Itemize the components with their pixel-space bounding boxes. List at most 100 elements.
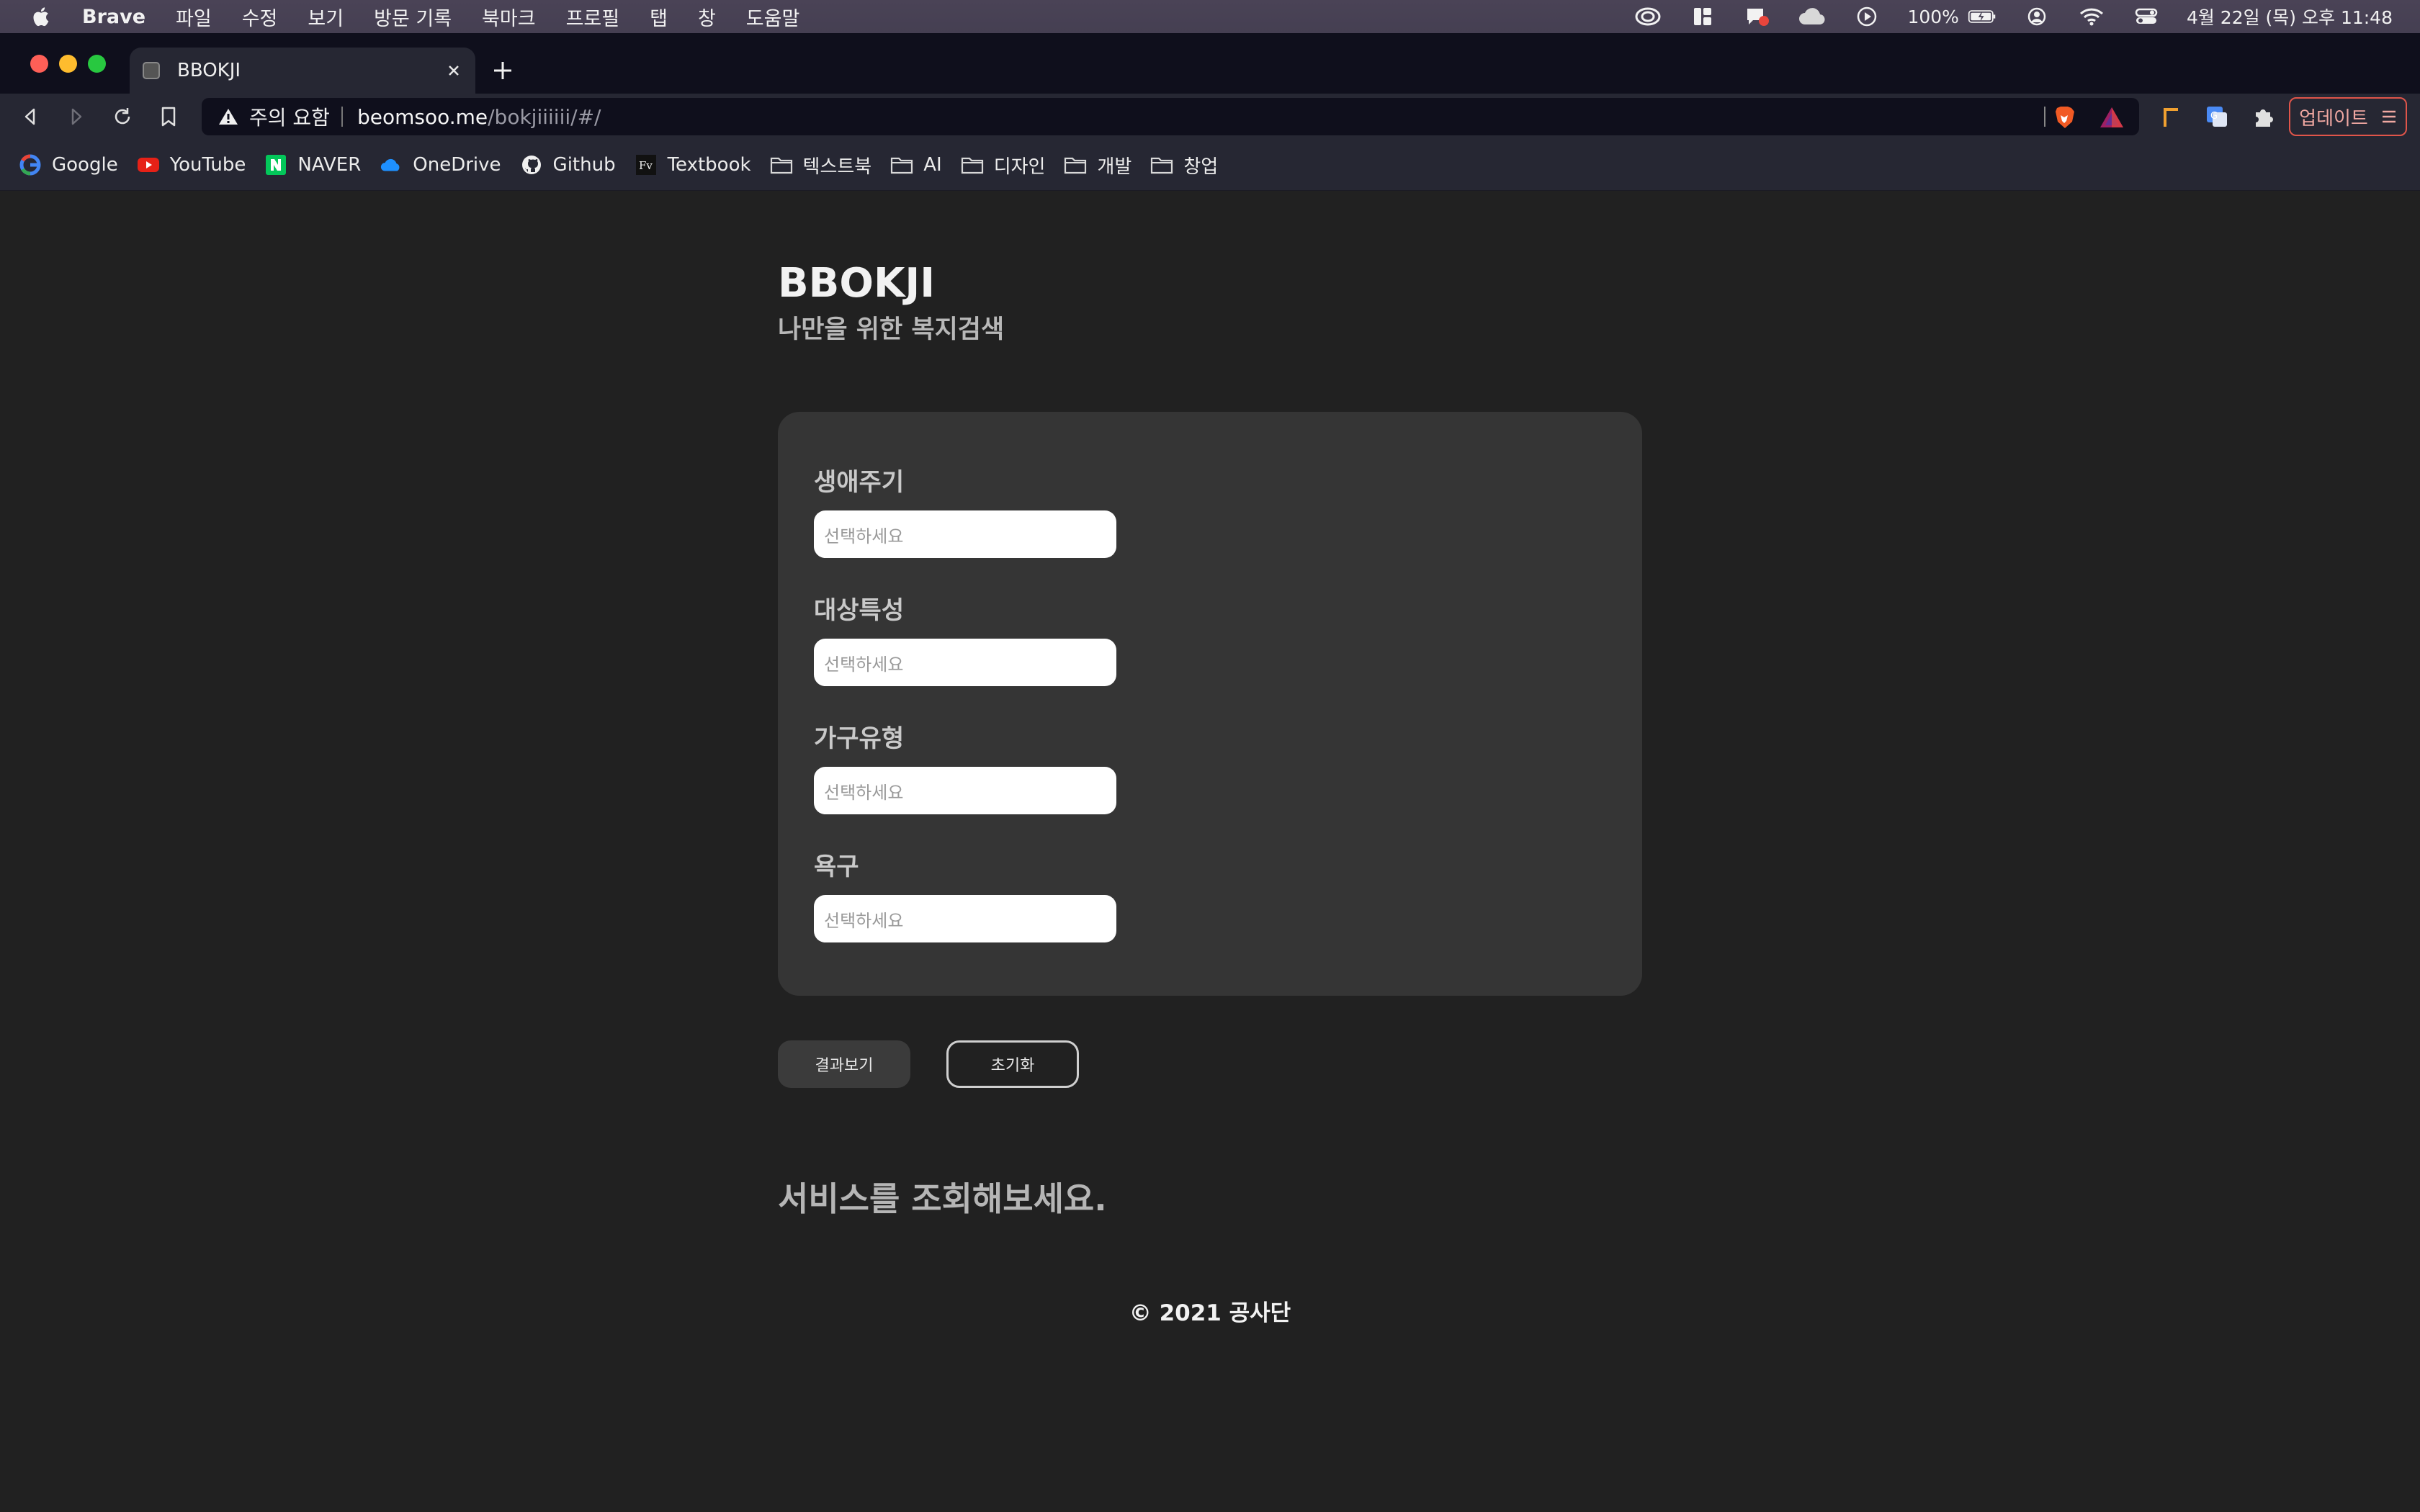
bookmark-folder-startup[interactable]: 창업 xyxy=(1150,152,1218,179)
menu-profile[interactable]: 프로필 xyxy=(566,3,620,31)
bookmark-youtube[interactable]: YouTube xyxy=(137,153,246,176)
site-subtitle: 나만을 위한 복지검색 xyxy=(778,315,1005,344)
menu-help[interactable]: 도움말 xyxy=(746,3,800,31)
menu-bookmarks[interactable]: 북마크 xyxy=(482,3,536,31)
bookmark-label: Textbook xyxy=(667,154,751,176)
bookmark-label: Github xyxy=(552,154,616,176)
close-tab-icon[interactable] xyxy=(444,60,464,81)
browser-toolbar: 주의 요함 beomsoo.me/bokjiiiiii/#/ G 업데이트 xyxy=(0,94,2420,140)
tab-bbokji[interactable]: BBOKJI xyxy=(130,48,475,94)
user-account-icon[interactable] xyxy=(2022,6,2051,27)
bookmark-naver[interactable]: NAVER xyxy=(264,153,361,176)
onedrive-icon xyxy=(380,153,403,176)
security-warning-label[interactable]: 주의 요함 xyxy=(249,102,330,131)
zoom-window-button[interactable] xyxy=(88,55,106,73)
bookmark-github[interactable]: Github xyxy=(520,153,616,176)
reload-icon[interactable] xyxy=(109,104,135,130)
control-center-icon[interactable] xyxy=(2132,6,2161,27)
tab-title: BBOKJI xyxy=(177,60,241,81)
field-label-household-type: 가구유형 xyxy=(814,724,905,753)
creative-cloud-icon[interactable] xyxy=(1634,6,1662,27)
menu-edit[interactable]: 수정 xyxy=(242,3,278,31)
bookmark-label: 텍스트북 xyxy=(802,156,872,178)
menu-hamburger-icon xyxy=(2382,110,2396,123)
url-path: /bokjiiiiii/#/ xyxy=(488,104,601,129)
bookmark-label: NAVER xyxy=(297,154,362,176)
svg-text:Fv: Fv xyxy=(639,159,653,172)
menu-tab[interactable]: 탭 xyxy=(650,3,668,31)
bookmark-folder-design[interactable]: 디자인 xyxy=(961,152,1046,179)
github-icon xyxy=(520,153,543,176)
bookmarks-bar: Google YouTube NAVER OneDrive Github Fv … xyxy=(0,140,2420,191)
bookmark-icon[interactable] xyxy=(156,104,182,130)
menu-app-brave[interactable]: Brave xyxy=(82,6,145,28)
status-area: 100% 4월 22일 (목) 오후 11:48 xyxy=(1634,0,2393,33)
url-separator xyxy=(341,107,343,127)
bookmark-textbook[interactable]: Fv Textbook xyxy=(635,153,751,176)
needs-select[interactable]: 선택하세요 xyxy=(814,895,1116,942)
update-label: 업데이트 xyxy=(2299,107,2368,130)
target-trait-select[interactable]: 선택하세요 xyxy=(814,639,1116,686)
bookmark-label: AI xyxy=(923,154,942,176)
household-type-select[interactable]: 선택하세요 xyxy=(814,767,1116,814)
menu-history[interactable]: 방문 기록 xyxy=(374,3,452,31)
close-window-button[interactable] xyxy=(30,55,48,73)
youtube-icon xyxy=(137,153,160,176)
textbook-icon: Fv xyxy=(635,153,658,176)
brave-rewards-icon[interactable] xyxy=(2099,105,2125,130)
folder-icon xyxy=(770,153,793,176)
bookmark-label: 창업 xyxy=(1183,156,1219,178)
icloud-icon[interactable] xyxy=(1798,6,1827,27)
svg-text:G: G xyxy=(2210,111,2218,122)
layout-app-icon[interactable] xyxy=(1688,6,1717,27)
apple-logo-icon[interactable] xyxy=(30,6,50,27)
play-circle-icon[interactable] xyxy=(1852,6,1881,27)
bookmark-label: 개발 xyxy=(1097,156,1132,178)
bookmark-label: 디자인 xyxy=(993,156,1046,178)
bookmark-folder-textbook-kr[interactable]: 텍스트북 xyxy=(770,152,872,179)
minimize-window-button[interactable] xyxy=(59,55,77,73)
messenger-icon[interactable] xyxy=(1743,6,1772,27)
battery-percent: 100% xyxy=(1907,6,1959,27)
bookmark-onedrive[interactable]: OneDrive xyxy=(380,153,501,176)
bookmark-google[interactable]: Google xyxy=(19,153,118,176)
menu-window[interactable]: 창 xyxy=(698,3,716,31)
google-translate-icon[interactable]: G xyxy=(2204,104,2230,130)
address-bar[interactable]: 주의 요함 beomsoo.me/bokjiiiiii/#/ xyxy=(202,98,2139,135)
menu-file[interactable]: 파일 xyxy=(176,3,212,31)
flag-extension-icon[interactable] xyxy=(2158,104,2184,130)
brave-shields-icon[interactable] xyxy=(2053,105,2076,130)
url-host: beomsoo.me xyxy=(357,104,488,129)
extensions-puzzle-icon[interactable] xyxy=(2250,104,2276,130)
new-tab-plus-icon[interactable] xyxy=(490,58,516,84)
screen: Brave 파일 수정 보기 방문 기록 북마크 프로필 탭 창 도움말 100… xyxy=(0,0,2420,1512)
field-label-needs: 욕구 xyxy=(814,852,859,881)
bookmark-label: YouTube xyxy=(169,154,246,176)
folder-icon xyxy=(890,153,913,176)
site-title: BBOKJI xyxy=(778,260,936,307)
bookmark-folder-dev[interactable]: 개발 xyxy=(1064,152,1131,179)
field-label-target-trait: 대상특성 xyxy=(814,596,905,625)
battery-icon[interactable] xyxy=(1968,6,1996,27)
warning-triangle-icon[interactable] xyxy=(218,107,239,127)
update-button[interactable]: 업데이트 xyxy=(2289,97,2407,136)
naver-icon xyxy=(264,153,287,176)
bookmark-label: Google xyxy=(52,154,118,176)
view-results-button[interactable]: 결과보기 xyxy=(778,1040,910,1088)
back-arrow-icon[interactable] xyxy=(17,104,43,130)
date-time[interactable]: 4월 22일 (목) 오후 11:48 xyxy=(2187,4,2393,30)
tab-strip: BBOKJI xyxy=(0,33,2420,94)
reset-button[interactable]: 초기화 xyxy=(946,1040,1079,1088)
wifi-icon[interactable] xyxy=(2077,6,2106,27)
web-page: BBOKJI 나만을 위한 복지검색 생애주기 선택하세요 대상특성 선택하세요… xyxy=(0,191,2420,1512)
bookmark-label: OneDrive xyxy=(413,154,501,176)
bookmark-folder-ai[interactable]: AI xyxy=(890,153,942,176)
life-cycle-select[interactable]: 선택하세요 xyxy=(814,510,1116,558)
search-filter-card: 생애주기 선택하세요 대상특성 선택하세요 가구유형 선택하세요 욕구 선택하세… xyxy=(778,412,1642,996)
google-icon xyxy=(19,153,42,176)
field-label-life-cycle: 생애주기 xyxy=(814,468,905,497)
menu-view[interactable]: 보기 xyxy=(308,3,344,31)
macos-menu-bar: Brave 파일 수정 보기 방문 기록 북마크 프로필 탭 창 도움말 100… xyxy=(0,0,2420,33)
forward-arrow-icon[interactable] xyxy=(63,104,89,130)
result-message: 서비스를 조회해보세요. xyxy=(778,1179,1107,1218)
